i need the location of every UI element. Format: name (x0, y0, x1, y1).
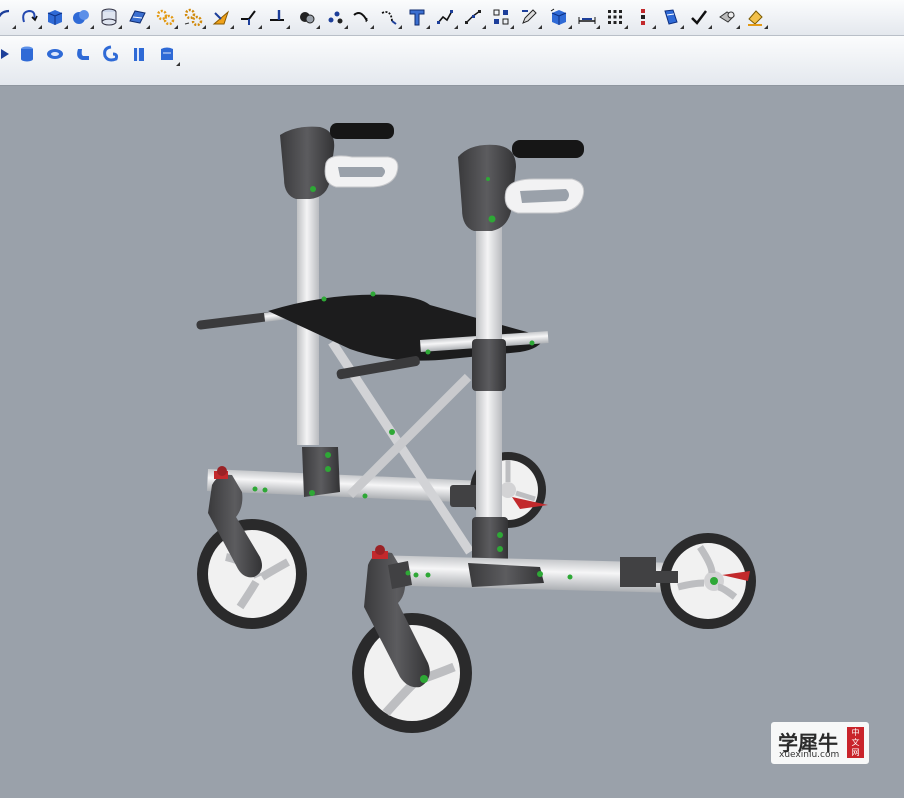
pencil-edit-icon[interactable] (518, 6, 542, 29)
cylinder-solid-icon[interactable] (98, 6, 122, 29)
array-grid-icon[interactable] (604, 6, 628, 29)
height-clamp (472, 339, 506, 391)
analyze-icon[interactable] (660, 6, 684, 29)
watermark-logo: 学犀牛 中 文 网 xuexiniu.com (771, 722, 869, 764)
dimension-icon[interactable] (576, 6, 600, 29)
paint-bucket-icon[interactable] (744, 6, 768, 29)
boolean-difference-icon[interactable] (296, 6, 320, 29)
fillet-edge-icon[interactable] (210, 6, 234, 29)
split-icon[interactable] (238, 6, 262, 29)
front-right-post (476, 227, 502, 557)
polyline-icon[interactable] (434, 6, 458, 29)
gear-array-icon[interactable] (182, 6, 206, 29)
rollator-model (196, 123, 756, 733)
blend-curve-icon[interactable] (378, 6, 402, 29)
grid-snap-icon[interactable] (490, 6, 514, 29)
main-toolbar (0, 0, 904, 36)
arrow-right-icon[interactable] (0, 43, 14, 65)
array-linear-icon[interactable] (632, 6, 656, 29)
mesh-box-icon[interactable] (548, 6, 572, 29)
arc-icon[interactable] (350, 6, 374, 29)
watermark-url: xuexiniu.com (779, 750, 840, 760)
ellipse-icon[interactable] (44, 43, 66, 65)
perspective-viewport[interactable] (0, 87, 904, 798)
front-right-grip (512, 140, 584, 158)
pipe-icon[interactable] (72, 43, 94, 65)
spiral-icon[interactable] (100, 43, 122, 65)
watermark-seal: 中 文 网 (847, 727, 864, 758)
curve-tool-icon[interactable] (0, 6, 16, 29)
left-side-bar (196, 312, 273, 330)
render-icon[interactable] (716, 6, 740, 29)
points-icon[interactable] (324, 6, 348, 29)
text-object-icon[interactable] (406, 6, 430, 29)
rear-left-grip (330, 123, 394, 139)
extrude-icon[interactable] (128, 43, 150, 65)
surface-edit-icon[interactable] (126, 6, 150, 29)
box-solid-icon[interactable] (44, 6, 68, 29)
boolean-union-icon[interactable] (70, 6, 94, 29)
gear-transform-icon[interactable] (154, 6, 178, 29)
revolve-icon[interactable] (18, 6, 42, 29)
solid-toolbar (0, 36, 904, 86)
check-icon[interactable] (688, 6, 712, 29)
surface-icon[interactable] (156, 43, 180, 66)
trim-icon[interactable] (266, 6, 290, 29)
control-points-icon[interactable] (462, 6, 486, 29)
cylinder-icon[interactable] (16, 43, 38, 65)
